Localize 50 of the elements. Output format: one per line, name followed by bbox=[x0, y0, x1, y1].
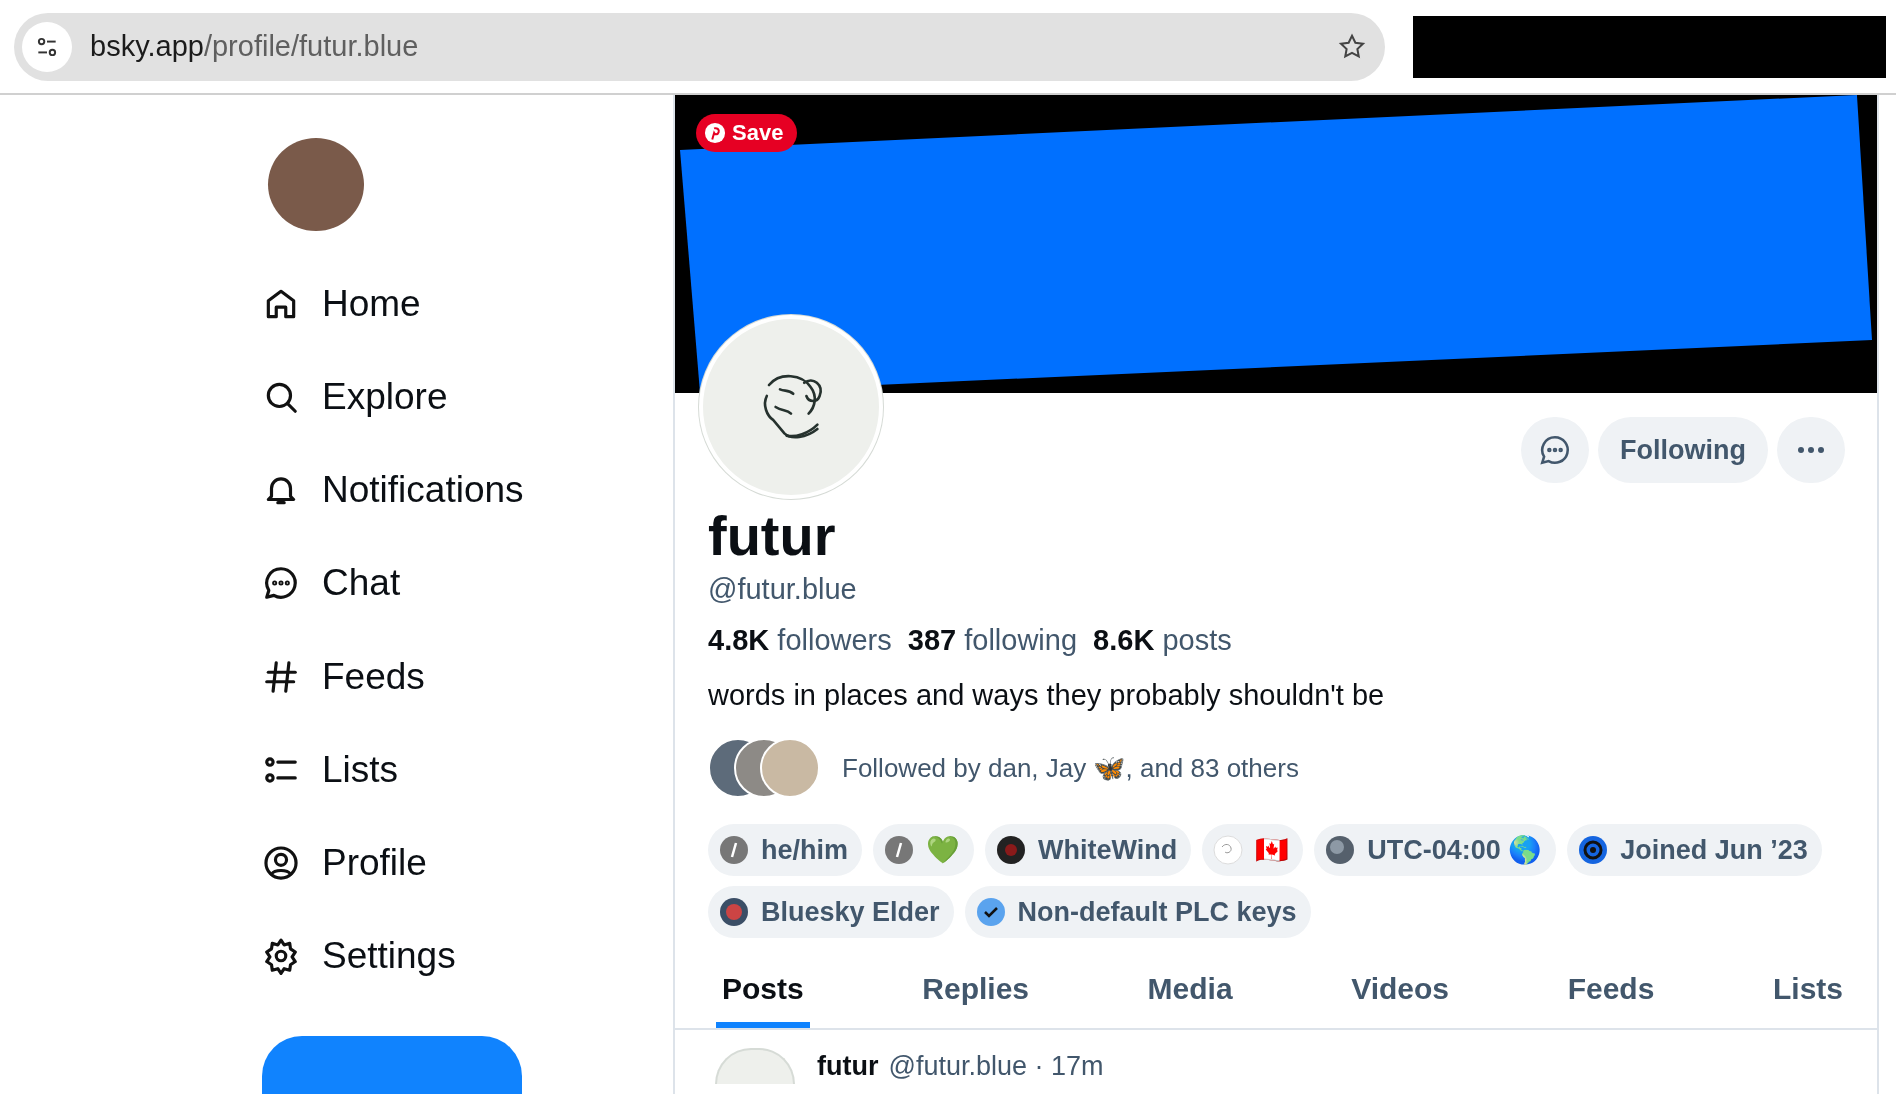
disc-icon bbox=[996, 835, 1026, 865]
check-icon bbox=[975, 897, 1006, 927]
pin-icon bbox=[704, 122, 726, 144]
profile-tab[interactable]: Feeds bbox=[1561, 964, 1661, 1028]
profile-tab[interactable]: Videos bbox=[1345, 964, 1456, 1028]
url-text: bsky.app/profile/futur.blue bbox=[90, 30, 420, 63]
nav-item[interactable]: Settings bbox=[262, 909, 673, 1003]
pin-save-button[interactable]: Save bbox=[696, 114, 798, 152]
followed-by-text[interactable]: Followed by dan, Jay 🦋, and 83 others bbox=[842, 752, 1299, 784]
nav-item[interactable]: Notifications bbox=[262, 443, 673, 537]
profile-label[interactable]: Non-default PLC keys bbox=[964, 886, 1311, 938]
globe-icon bbox=[1325, 835, 1356, 865]
profile-label[interactable]: Joined Jun ’23 bbox=[1567, 824, 1822, 876]
profile-label[interactable]: he/him bbox=[708, 824, 862, 876]
profile-label[interactable]: UTC-04:00 🌎 bbox=[1314, 824, 1557, 876]
profile-label[interactable]: WhiteWind bbox=[985, 824, 1192, 876]
nav-item[interactable]: Lists bbox=[262, 723, 673, 817]
handle: @futur.blue bbox=[708, 573, 858, 606]
profile-tab[interactable]: Posts bbox=[716, 964, 810, 1028]
profile-tab[interactable]: Media bbox=[1141, 964, 1239, 1028]
profile-label[interactable]: 🇨🇦 bbox=[1202, 824, 1304, 876]
target-icon bbox=[1578, 835, 1609, 865]
round-picture-icon bbox=[719, 897, 749, 927]
nav-item[interactable]: Profile bbox=[262, 816, 673, 910]
profile-label[interactable]: Bluesky Elder bbox=[708, 886, 954, 938]
bio-text: words in places and ways they probably shouldn't be bbox=[708, 679, 1386, 712]
settings-icon bbox=[262, 937, 300, 976]
slash-icon bbox=[884, 835, 914, 865]
post-meta: @futur.blue · 17m bbox=[888, 1050, 1104, 1082]
profile-stat[interactable]: 387 following bbox=[907, 624, 1078, 657]
nav-item[interactable]: Explore bbox=[262, 350, 673, 444]
address-bar[interactable]: bsky.app/profile/futur.blue bbox=[14, 12, 1386, 81]
sketch-icon bbox=[1213, 835, 1244, 865]
nav-item[interactable]: Home bbox=[262, 257, 673, 351]
profile-tab[interactable]: Replies bbox=[916, 964, 1035, 1028]
nav-item[interactable]: Feeds bbox=[262, 629, 673, 724]
following-button[interactable]: Following bbox=[1598, 417, 1768, 483]
follower-avatars[interactable] bbox=[708, 738, 820, 798]
nav-item[interactable]: Chat bbox=[262, 536, 673, 630]
chat-bubble-icon bbox=[1538, 433, 1572, 467]
slash-icon bbox=[719, 835, 749, 865]
profile-stat[interactable]: 8.6K posts bbox=[1093, 624, 1232, 657]
action-button[interactable] bbox=[262, 1035, 522, 1094]
person-icon bbox=[262, 843, 300, 882]
display-name: futur bbox=[708, 505, 837, 567]
profile-tab[interactable]: Lists bbox=[1766, 964, 1849, 1028]
site-settings-icon[interactable] bbox=[22, 21, 72, 72]
post-author[interactable]: futur bbox=[817, 1050, 879, 1082]
profile-stat[interactable]: 4.8K followers bbox=[708, 624, 892, 657]
more-icon bbox=[1796, 446, 1826, 454]
